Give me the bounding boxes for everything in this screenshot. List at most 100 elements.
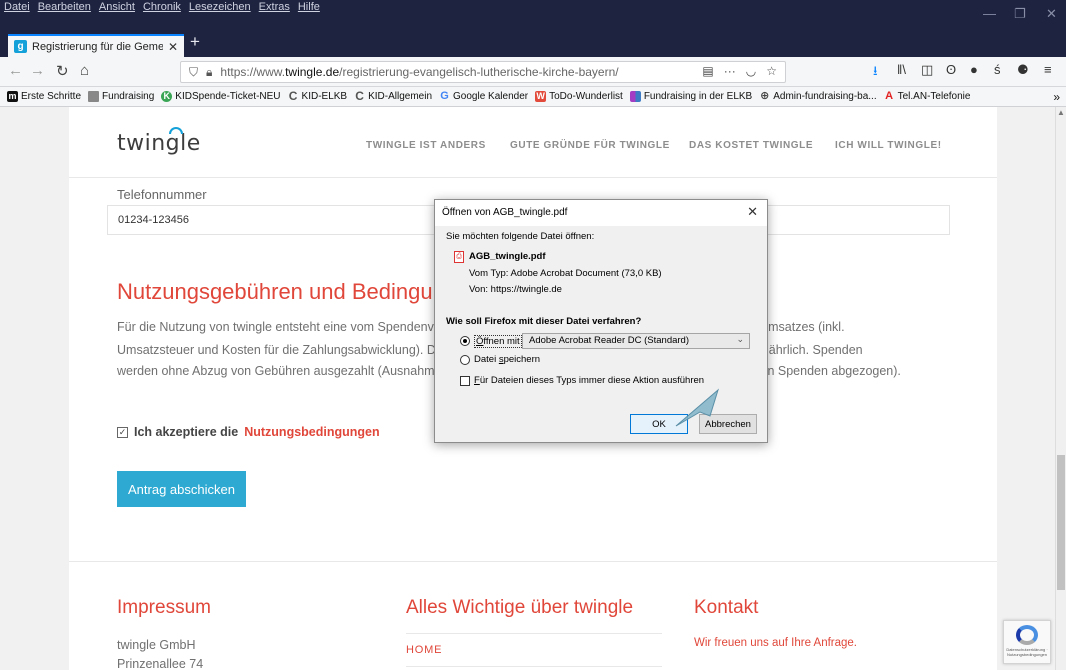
c-icon: C	[288, 89, 298, 103]
chevron-down-icon: ⌄	[736, 334, 744, 344]
nav-ich-will-twingle[interactable]: ICH WILL TWINGLE!	[835, 140, 942, 151]
save-file-radio[interactable]	[460, 355, 470, 365]
menu-hilfe[interactable]: Hilfe	[298, 1, 320, 13]
bookmark-fundraising-elkb[interactable]: Fundraising in der ELKB	[629, 91, 752, 102]
back-icon[interactable]: ←	[8, 62, 23, 79]
bookmark-kid-allgemein[interactable]: C KID-Allgemein	[354, 89, 432, 103]
kid-icon: K	[161, 91, 173, 102]
header-divider	[69, 177, 997, 178]
minimize-icon[interactable]: —	[983, 6, 996, 21]
bookmark-kid-elkb[interactable]: C KID-ELKB	[288, 89, 347, 103]
submit-button[interactable]: Antrag abschicken	[117, 471, 246, 507]
tab-strip: g Registrierung für die Gemeinde ✕	[0, 30, 1066, 57]
menu-ansicht[interactable]: Ansicht	[99, 1, 135, 13]
scroll-up-icon[interactable]: ▲	[1057, 108, 1065, 117]
extension-dark-icon[interactable]: ●	[970, 62, 978, 77]
folder-icon	[88, 91, 100, 102]
library-icon[interactable]: ‖\	[897, 62, 906, 77]
recaptcha-badge[interactable]: Datenschutzerklärung · Nutzungsbedingung…	[1003, 620, 1051, 664]
dialog-filename: AGB_twingle.pdf	[469, 251, 546, 262]
menu-bearbeiten[interactable]: Bearbeiten	[38, 1, 91, 13]
extension-mask-icon[interactable]: ⚈	[1017, 62, 1029, 78]
pocket-icon[interactable]: ◡	[746, 64, 756, 78]
bookmarks-overflow-icon[interactable]: »	[1053, 90, 1060, 104]
globe-icon: ⊕	[760, 90, 770, 102]
open-with-app-value: Adobe Acrobat Reader DC (Standard)	[529, 335, 690, 346]
dialog-close-icon[interactable]: ✕	[747, 204, 758, 220]
home-icon[interactable]: ⌂	[80, 62, 89, 79]
bookmark-star-icon[interactable]: ☆	[766, 64, 777, 78]
lock-icon[interactable]: 🔒︎	[206, 65, 212, 80]
bookmark-tel-an[interactable]: A Tel.AN-Telefonie	[884, 91, 970, 103]
reader-view-icon[interactable]: ▤	[702, 64, 713, 78]
terms-link[interactable]: Nutzungsbedingungen	[244, 425, 379, 439]
nav-gute-gruende[interactable]: GUTE GRÜNDE FÜR TWINGLE	[510, 140, 670, 151]
nav-das-kostet[interactable]: DAS KOSTET TWINGLE	[689, 140, 813, 151]
section-heading: Nutzungsgebühren und Bedingungen	[117, 279, 482, 304]
extension-s-icon[interactable]: ś	[994, 62, 1001, 77]
new-tab-icon[interactable]: +	[190, 32, 200, 52]
open-with-radio[interactable]	[460, 336, 470, 346]
save-file-label[interactable]: Datei speichern	[474, 354, 540, 365]
recaptcha-text: Datenschutzerklärung · Nutzungsbedingung…	[1006, 647, 1048, 657]
download-icon[interactable]: ⭳	[873, 62, 878, 84]
open-with-app-select[interactable]: Adobe Acrobat Reader DC (Standard) ⌄	[522, 333, 750, 349]
accept-checkbox[interactable]: ✓	[117, 426, 128, 438]
open-with-label[interactable]: Öffnen mit	[474, 335, 522, 348]
mouse-pointer-icon	[675, 388, 719, 427]
bookmarks-bar: m Erste Schritte Fundraising K KIDSpende…	[0, 87, 1066, 107]
page-actions-icon[interactable]: ···	[724, 64, 736, 78]
close-window-icon[interactable]: ✕	[1046, 6, 1057, 22]
footer-kontakt-text: Wir freuen uns auf Ihre Anfrage.	[694, 637, 858, 649]
forward-icon[interactable]: →	[30, 62, 45, 79]
bookmark-admin-fundraising[interactable]: ⊕ Admin-fundraising-ba...	[759, 90, 877, 103]
accept-terms[interactable]: ✓ Ich akzeptiere die Nutzungsbedingungen	[117, 425, 380, 439]
menu-bar: Datei Bearbeiten Ansicht Chronik Lesezei…	[0, 0, 1066, 30]
dialog-file-source: Von: https://twingle.de	[469, 284, 562, 295]
nav-twingle-ist-anders[interactable]: TWINGLE IST ANDERS	[366, 140, 486, 151]
m-icon: m	[7, 91, 18, 102]
google-icon: G	[440, 90, 449, 102]
twingle-logo[interactable]: twingle	[117, 127, 201, 156]
menu-list: Datei Bearbeiten Ansicht Chronik Lesezei…	[4, 1, 320, 13]
twingle-favicon-icon: g	[14, 40, 27, 53]
menu-chronik[interactable]: Chronik	[143, 1, 181, 13]
always-do-label[interactable]: Für Dateien dieses Typs immer diese Akti…	[474, 375, 704, 386]
url-actions: ▤ ··· ◡ ☆	[702, 64, 777, 78]
phone-label: Telefonnummer	[117, 187, 207, 202]
bookmark-erste-schritte[interactable]: m Erste Schritte	[7, 91, 81, 102]
navigation-bar: ← → ↻ ⌂ ⛉ 🔒︎ https://www.twingle.de/regi…	[0, 57, 1066, 87]
footer-company: twingle GmbH	[117, 638, 196, 652]
account-icon[interactable]: ʘ	[946, 62, 956, 77]
menu-lesezeichen[interactable]: Lesezeichen	[189, 1, 251, 13]
dialog-intro: Sie möchten folgende Datei öffnen:	[446, 231, 595, 242]
bookmark-kidspende[interactable]: K KIDSpende-Ticket-NEU	[161, 91, 281, 102]
sidebar-icon[interactable]: ◫	[921, 62, 933, 78]
footer-impressum-heading: Impressum	[117, 597, 211, 618]
footer-home-link[interactable]: HOME	[406, 644, 442, 656]
bookmark-fundraising[interactable]: Fundraising	[88, 91, 154, 102]
logo-signal-icon	[169, 127, 183, 134]
restore-icon[interactable]: ❐	[1014, 6, 1026, 22]
footer-wichtiges-heading: Alles Wichtige über twingle	[406, 597, 634, 618]
menu-extras[interactable]: Extras	[259, 1, 290, 13]
url-text[interactable]: https://www.twingle.de/registrierung-eva…	[220, 65, 618, 79]
footer-address: Prinzenallee 74	[117, 657, 204, 670]
menu-datei[interactable]: Datei	[4, 1, 30, 13]
footer-divider	[69, 561, 997, 562]
footer-kontakt-heading: Kontakt	[694, 597, 759, 618]
footer-link-rule	[406, 666, 662, 667]
shield-icon[interactable]: ⛉	[189, 65, 198, 80]
bookmark-google-kalender[interactable]: G Google Kalender	[439, 90, 528, 103]
scrollbar-thumb[interactable]	[1057, 455, 1065, 590]
tab-registrierung[interactable]: g Registrierung für die Gemeinde ✕	[8, 34, 184, 57]
dialog-title: Öffnen von AGB_twingle.pdf	[435, 200, 767, 226]
c-icon: C	[355, 89, 364, 103]
always-do-checkbox[interactable]	[460, 376, 470, 386]
bookmark-todo-wunderlist[interactable]: W ToDo-Wunderlist	[535, 91, 623, 102]
url-bar[interactable]: ⛉ 🔒︎ https://www.twingle.de/registrierun…	[180, 61, 786, 83]
reload-icon[interactable]: ↻	[56, 62, 69, 80]
recaptcha-icon	[1016, 625, 1038, 645]
hamburger-menu-icon[interactable]: ≡	[1044, 62, 1052, 77]
close-tab-icon[interactable]: ✕	[168, 40, 178, 54]
